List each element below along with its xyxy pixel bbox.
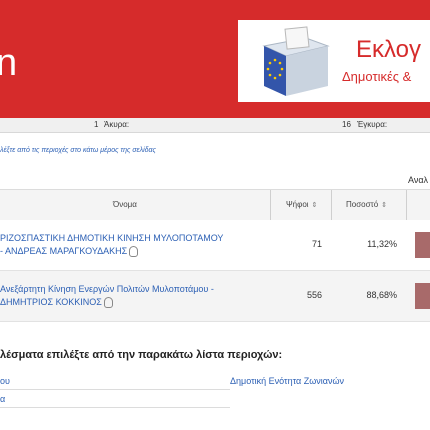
votes-cell: 71 [311,239,322,249]
candidate-name: ΔΗΜΗΤΡΙΟΣ ΚΟΚΚΙΝΟΣ [0,297,102,307]
percent-cell: 11,32% [367,239,397,249]
ear-icon[interactable] [103,297,113,309]
vote-summary-bar: 1 Άκυρα: 16 Έγκυρα: [0,118,430,133]
candidate-name: - ΑΝΔΡΕΑΣ ΜΑΡΑΓΚΟΥΔΑΚΗΣ [0,246,128,256]
percent-cell: 88,68% [366,290,397,300]
table-row: ΡΙΖΟΣΠΑΣΤΙΚΗ ΔΗΜΟΤΙΚΗ ΚΙΝΗΣΗ ΜΥΛΟΠΟΤΑΜΟΥ… [0,220,430,271]
column-divider [270,190,271,220]
share-bar [415,283,430,309]
site-brand: n [0,42,18,84]
valid-votes-label: Έγκυρα: [357,120,388,129]
ear-icon[interactable] [129,246,139,258]
invalid-votes-label: Άκυρα: [104,120,130,129]
summary-left-value: 1 [94,120,99,129]
region-link-zoniana[interactable]: Δημοτική Ενότητα Ζωνιανών [230,376,344,386]
header-percent[interactable]: Ποσοστό ⇕ [346,200,387,209]
elections-banner[interactable]: Εκλογ Δημοτικές & [238,20,430,102]
party-name-line: Ανεξάρτητη Κίνηση Ενεργών Πολιτών Μυλοπο… [0,284,214,294]
header-votes[interactable]: Ψήφοι ⇕ [286,200,317,209]
party-name-line: ΡΙΖΟΣΠΑΣΤΙΚΗ ΔΗΜΟΤΙΚΗ ΚΙΝΗΣΗ ΜΥΛΟΠΟΤΑΜΟΥ [0,233,224,243]
region-link[interactable]: α [0,394,5,404]
table-header: Όνομα Ψήφοι ⇕ Ποσοστό ⇕ [0,189,430,221]
column-divider [406,190,407,220]
divider [0,407,230,408]
party-name-link[interactable]: ΡΙΖΟΣΠΑΣΤΙΚΗ ΔΗΜΟΤΙΚΗ ΚΙΝΗΣΗ ΜΥΛΟΠΟΤΑΜΟΥ… [0,232,270,258]
divider [0,389,230,390]
region-hint-text: λέξτε από τις περιοχές στο κάτω μέρος τη… [0,147,156,154]
sort-icon[interactable]: ⇕ [312,202,318,209]
sort-icon[interactable]: ⇕ [381,202,387,209]
analysis-link[interactable]: Αναλ [408,175,428,185]
banner-title: Εκλογ [356,36,421,63]
column-divider [331,190,332,220]
header-name[interactable]: Όνομα [113,200,137,209]
region-link[interactable]: ου [0,376,10,386]
party-name-link[interactable]: Ανεξάρτητη Κίνηση Ενεργών Πολιτών Μυλοπο… [0,283,270,309]
votes-cell: 556 [306,290,322,300]
site-header: n Εκλογ Δημοτικές & [0,0,430,118]
table-row: Ανεξάρτητη Κίνηση Ενεργών Πολιτών Μυλοπο… [0,271,430,322]
ballot-box-icon [262,26,330,96]
regions-heading: λέσματα επιλέξτε από την παρακάτω λίστα … [0,349,283,361]
banner-subtitle: Δημοτικές & [342,69,412,84]
summary-mid-value: 16 [342,120,351,129]
share-bar [415,232,430,258]
